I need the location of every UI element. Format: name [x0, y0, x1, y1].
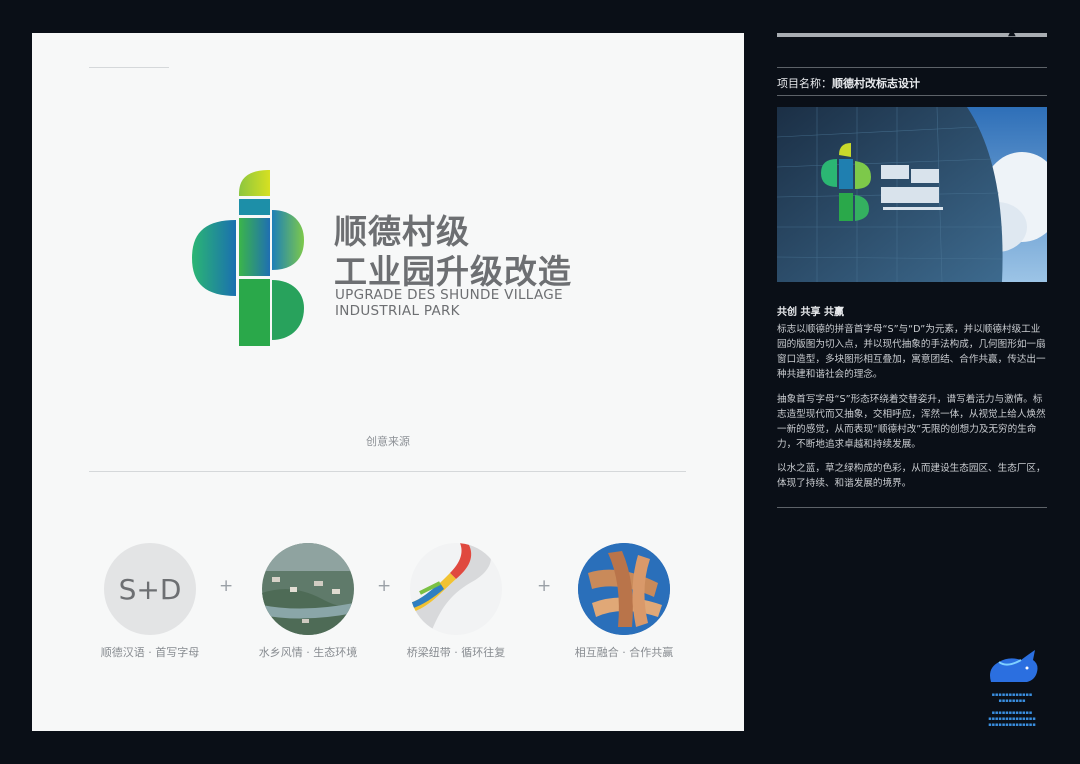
project-title: 项目名称：顺德村改标志设计 — [777, 75, 920, 91]
top-rule — [89, 67, 169, 68]
plus-sign: + — [537, 576, 552, 596]
project-label: 项目名称： — [777, 77, 832, 90]
item-label: 相互融合 · 合作共赢 — [574, 646, 674, 659]
scrollbar[interactable] — [777, 33, 1047, 37]
studio-logo: ▪▪▪▪▪▪▪▪▪▪▪▪ ▪▪▪▪▪▪▪▪ ▪▪▪▪▪▪▪▪▪▪▪▪ ▪▪▪▪▪▪▪▪… — [977, 648, 1047, 728]
logo-mark-icon — [192, 170, 304, 346]
logo-title-line2: 工业园升级改造 — [334, 252, 572, 291]
logo-english-line2: INDUSTRIAL PARK — [335, 303, 460, 319]
description-paragraph: 以水之蓝，草之绿构成的色彩，从而建设生态园区、生态厂区，体现了持续、和谐发展的境… — [777, 463, 1046, 489]
hands-photo-icon — [578, 543, 670, 635]
item-label: 水乡风情 · 生态环境 — [258, 646, 358, 659]
circle-text: S+D — [118, 572, 182, 606]
sd-letters-icon: S+D — [104, 543, 196, 635]
water-town-photo-icon — [262, 543, 354, 635]
description-paragraph: 标志以顺德的拼音首字母“S”与“D”为元素，并以顺德村级工业园的版图为切入点，并… — [777, 324, 1046, 380]
item-label: 桥梁纽带 · 循环往复 — [406, 646, 506, 659]
studio-logo-text: ▪▪▪▪▪▪▪▪▪▪▪▪ ▪▪▪▪▪▪▪▪ ▪▪▪▪▪▪▪▪▪▪▪▪ ▪▪▪▪▪▪▪▪… — [988, 692, 1036, 728]
divider — [89, 471, 686, 472]
plus-sign: + — [377, 576, 392, 596]
chevron-up-icon[interactable]: ▲ — [1008, 27, 1016, 38]
design-board: 顺德村级 工业园升级改造 UPGRADE DES SHUNDE VILLAGE … — [32, 33, 744, 731]
plus-sign: + — [219, 576, 234, 596]
description-paragraph: 抽象首写字母“S”形态环绕着交替姿升，谱写着活力与激情。标志造型现代而又抽象，交… — [777, 394, 1046, 450]
logo-english-line1: UPGRADE DES SHUNDE VILLAGE — [335, 287, 563, 303]
item-label: 顺德汉语 · 首写字母 — [100, 646, 200, 659]
rule — [777, 67, 1047, 68]
rule — [777, 507, 1047, 508]
section-caption: 创意来源 — [366, 435, 410, 448]
rule — [777, 95, 1047, 96]
project-name: 顺德村改标志设计 — [832, 77, 920, 90]
rhino-icon — [990, 650, 1038, 682]
ribbon-photo-icon — [410, 543, 502, 635]
building-mockup-photo — [777, 107, 1047, 282]
slogan-heading: 共创 共享 共赢 — [777, 307, 844, 318]
